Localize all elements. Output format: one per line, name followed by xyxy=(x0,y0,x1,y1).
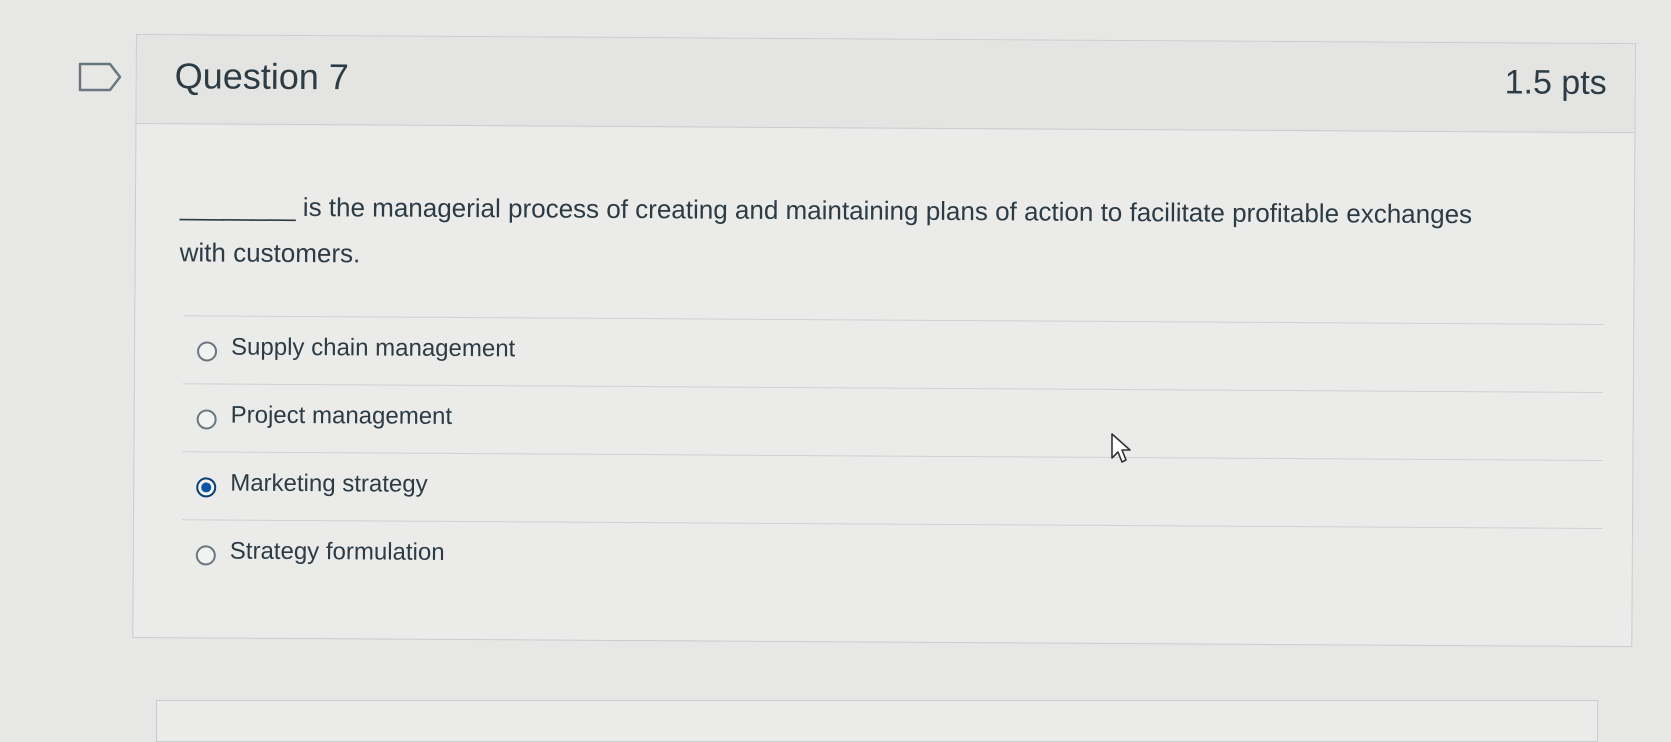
answer-label[interactable]: Project management xyxy=(231,402,453,431)
question-header: Question 7 1.5 pts xyxy=(136,35,1635,134)
radio-button[interactable] xyxy=(195,545,216,566)
answer-option[interactable]: Project management xyxy=(182,383,1603,460)
radio-button[interactable] xyxy=(196,409,217,430)
radio-button[interactable] xyxy=(197,341,218,362)
question-card: Question 7 1.5 pts ________ is the manag… xyxy=(132,34,1636,648)
question-text: ________ is the managerial process of cr… xyxy=(179,191,1473,269)
answer-label[interactable]: Supply chain management xyxy=(231,334,515,364)
answer-label[interactable]: Marketing strategy xyxy=(230,470,428,499)
answer-option[interactable]: Supply chain management xyxy=(182,315,1604,392)
answer-option-selected[interactable]: Marketing strategy xyxy=(182,451,1603,528)
answer-label[interactable]: Strategy formulation xyxy=(230,538,445,567)
question-title: Question 7 xyxy=(174,55,349,98)
radio-button-selected[interactable] xyxy=(196,477,217,498)
next-question-card xyxy=(156,700,1598,742)
answer-option[interactable]: Strategy formulation xyxy=(181,519,1603,596)
mouse-pointer-icon xyxy=(1111,433,1131,463)
question-points: 1.5 pts xyxy=(1504,63,1607,102)
answer-list: Supply chain management Project manageme… xyxy=(181,315,1604,596)
flag-question-icon[interactable] xyxy=(78,62,122,92)
